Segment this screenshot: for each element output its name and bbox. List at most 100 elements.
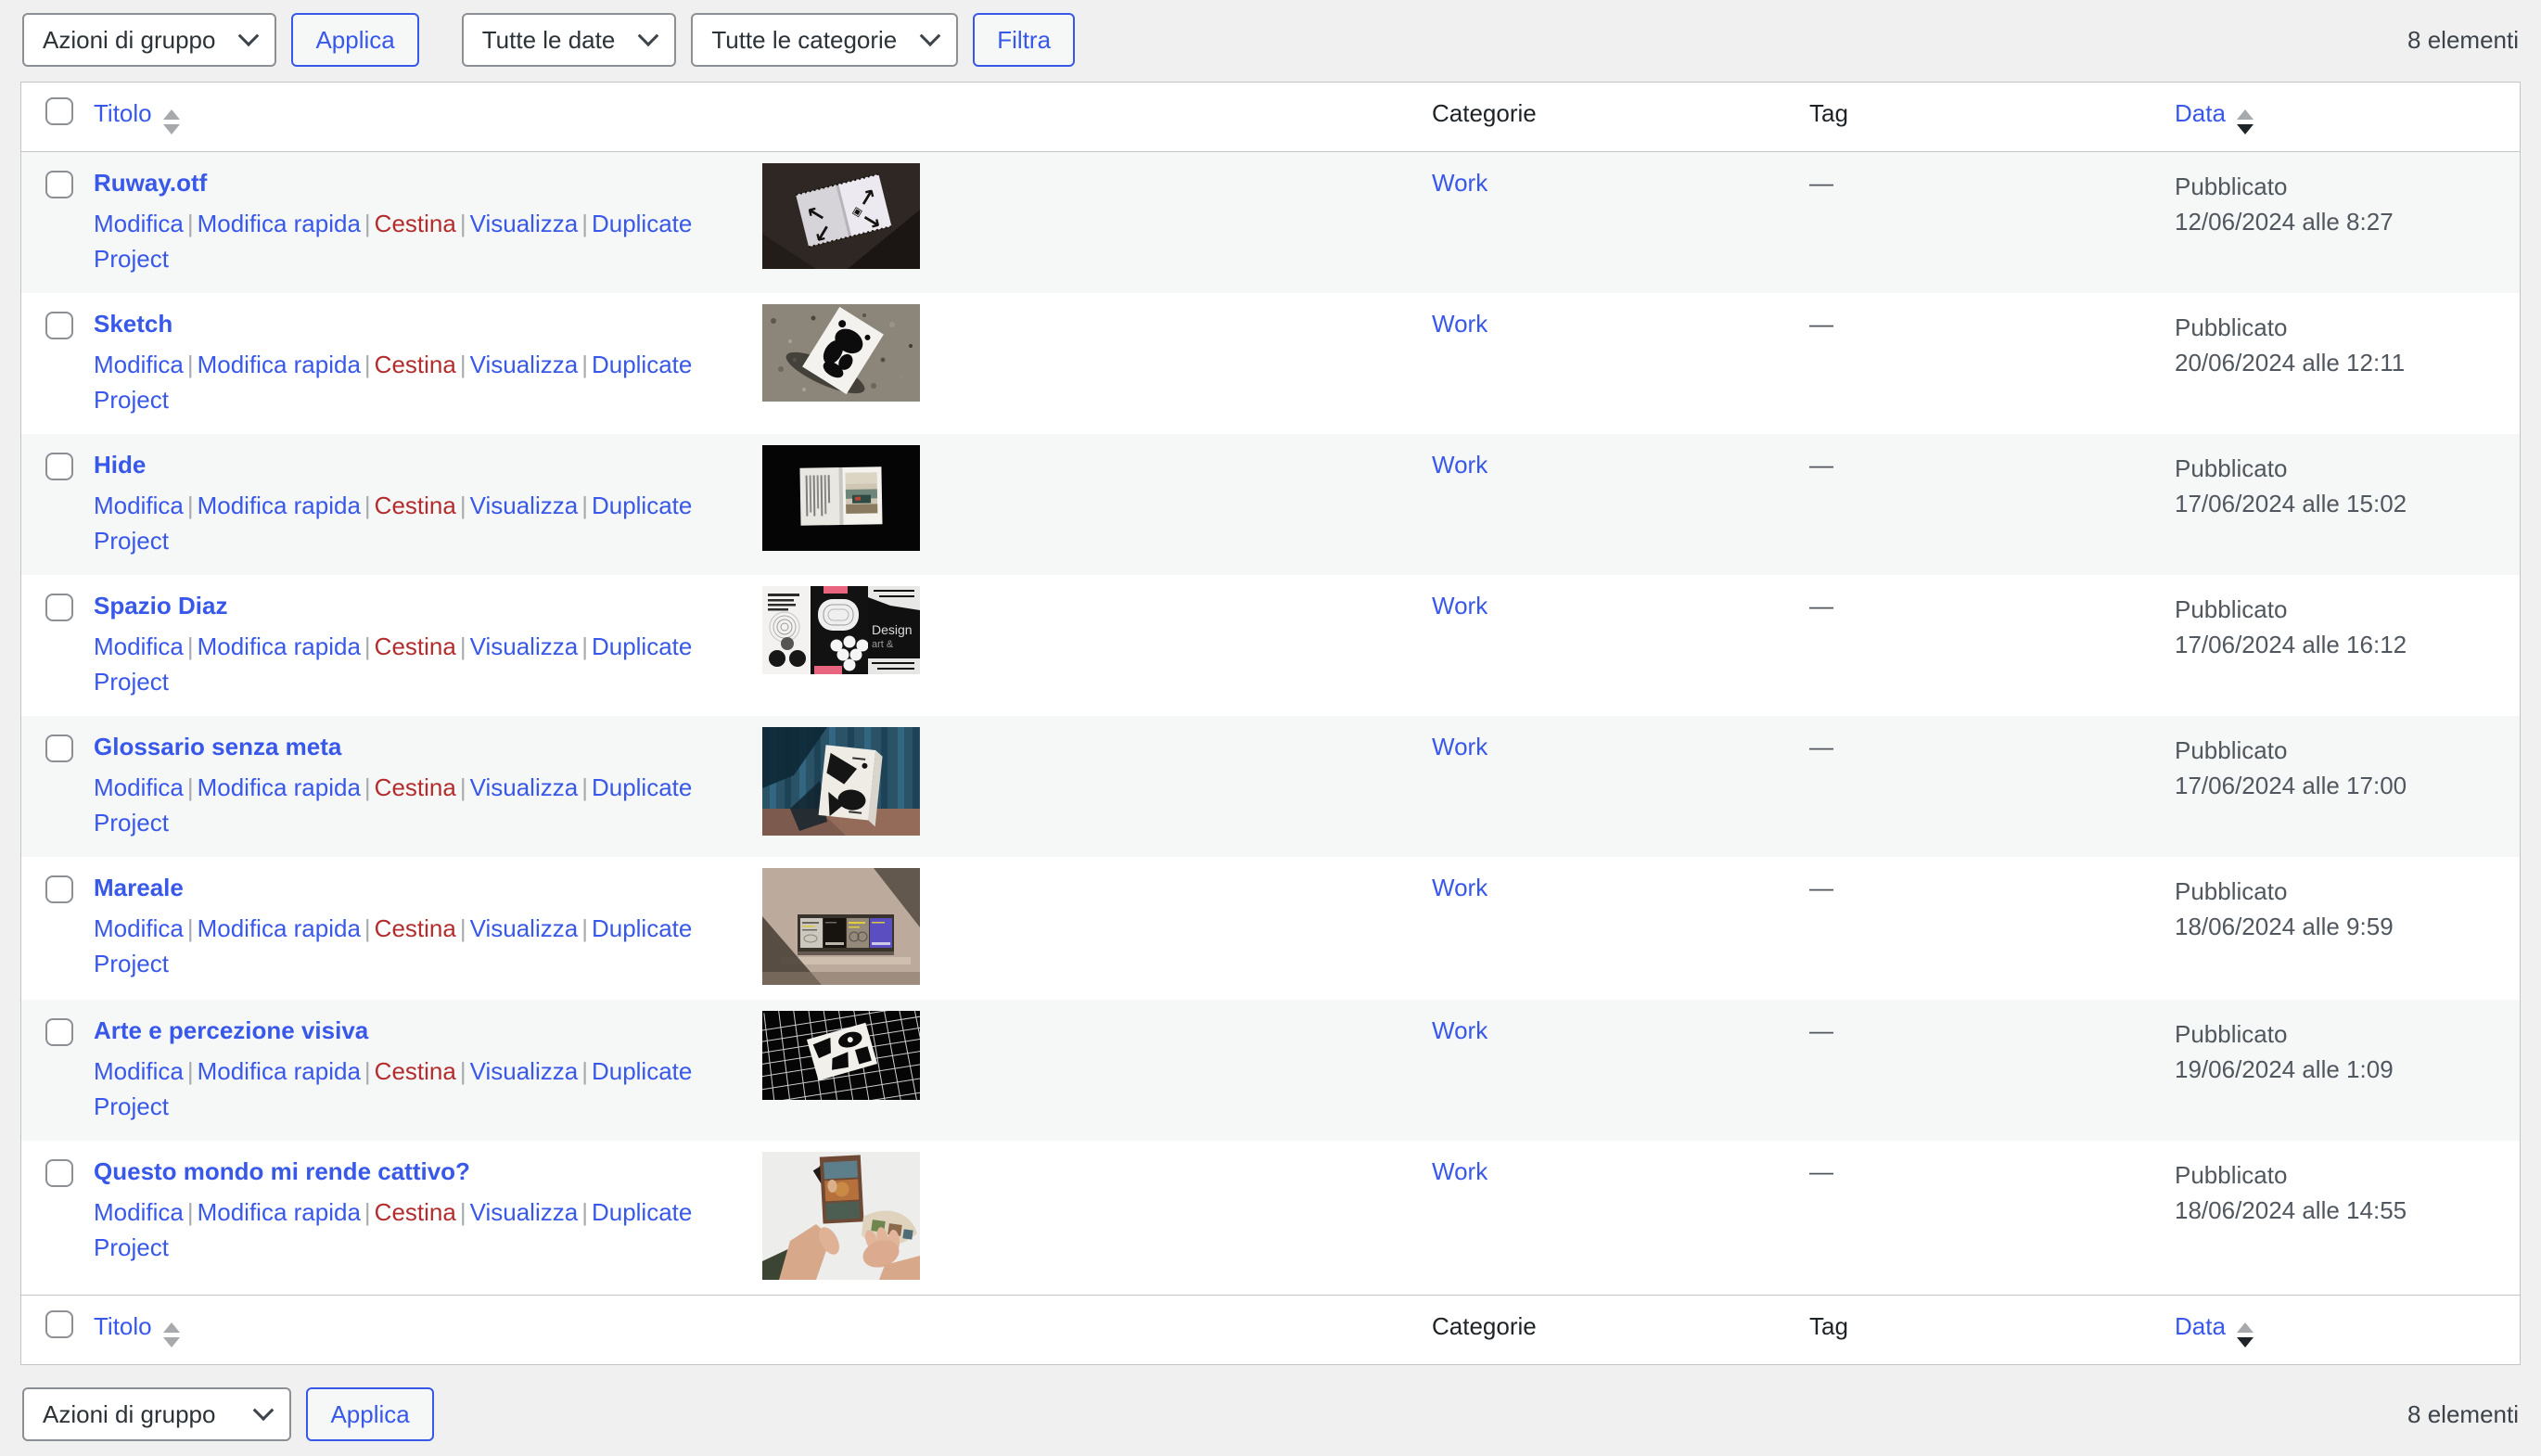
view-link[interactable]: Visualizza (470, 492, 579, 519)
trash-link[interactable]: Cestina (375, 210, 456, 237)
quick-edit-link[interactable]: Modifica rapida (198, 1057, 361, 1085)
action-separator: | (578, 632, 592, 660)
trash-link[interactable]: Cestina (375, 1057, 456, 1085)
action-separator: | (456, 210, 470, 237)
action-separator: | (578, 1057, 592, 1085)
quick-edit-link[interactable]: Modifica rapida (198, 632, 361, 660)
post-status: Pubblicato (2175, 1157, 2520, 1193)
bulk-actions-select[interactable]: Azioni di gruppo (22, 1387, 291, 1441)
row-checkbox[interactable] (45, 453, 73, 480)
select-all-checkbox[interactable] (45, 97, 73, 125)
action-separator: | (361, 1198, 375, 1226)
quick-edit-link[interactable]: Modifica rapida (198, 492, 361, 519)
sort-arrows-icon (163, 1322, 180, 1347)
apply-button[interactable]: Applica (291, 13, 418, 67)
trash-link[interactable]: Cestina (375, 492, 456, 519)
edit-link[interactable]: Modifica (94, 773, 184, 801)
apply-button-label: Applica (330, 1400, 409, 1429)
row-checkbox[interactable] (45, 1018, 73, 1046)
bulk-actions-select[interactable]: Azioni di gruppo (22, 13, 276, 67)
quick-edit-link[interactable]: Modifica rapida (198, 1198, 361, 1226)
trash-link[interactable]: Cestina (375, 351, 456, 378)
row-checkbox[interactable] (45, 875, 73, 903)
trash-link[interactable]: Cestina (375, 773, 456, 801)
action-separator: | (456, 1057, 470, 1085)
select-all-checkbox[interactable] (45, 1310, 73, 1338)
row-actions: Modifica|Modifica rapida|Cestina|Visuali… (94, 488, 744, 558)
quick-edit-link[interactable]: Modifica rapida (198, 914, 361, 942)
table-footer-header-row: Titolo Categorie Tag Data (21, 1295, 2520, 1364)
table-row: Hide Modifica|Modifica rapida|Cestina|Vi… (21, 434, 2520, 575)
edit-link[interactable]: Modifica (94, 492, 184, 519)
post-title-link[interactable]: Glossario senza meta (94, 731, 341, 762)
table-row: Mareale Modifica|Modifica rapida|Cestina… (21, 857, 2520, 1000)
table-row: Questo mondo mi rende cattivo? Modifica |… (21, 1141, 2520, 1295)
category-link[interactable]: Work (1432, 451, 1488, 479)
action-separator: | (578, 210, 592, 237)
category-link[interactable]: Work (1432, 310, 1488, 338)
edit-link[interactable]: Modifica (94, 1198, 184, 1226)
sort-asc-icon (2237, 1322, 2254, 1333)
action-separator: | (456, 632, 470, 660)
action-separator: | (456, 1198, 470, 1226)
view-link[interactable]: Visualizza (470, 773, 579, 801)
row-checkbox[interactable] (45, 312, 73, 339)
trash-link[interactable]: Cestina (375, 1198, 456, 1226)
category-link[interactable]: Work (1432, 1016, 1488, 1044)
edit-link[interactable]: Modifica (94, 914, 184, 942)
list-table-top-toolbar: Azioni di gruppo Applica Tutte le date T… (0, 0, 2541, 82)
view-link[interactable]: Visualizza (470, 1198, 579, 1226)
row-checkbox[interactable] (45, 734, 73, 762)
table-header-row: Titolo Categorie Tag Data (21, 83, 2520, 152)
post-title-link[interactable]: Questo mondo mi rende cattivo? (94, 1156, 470, 1187)
post-thumbnail-ruway: ↖↙◈↗↘ (762, 163, 1432, 269)
category-link[interactable]: Work (1432, 1157, 1488, 1185)
category-link[interactable]: Work (1432, 733, 1488, 760)
view-link[interactable]: Visualizza (470, 914, 579, 942)
post-date: 12/06/2024 alle 8:27 (2175, 204, 2520, 239)
action-separator: | (578, 351, 592, 378)
action-separator: | (456, 492, 470, 519)
post-title-link[interactable]: Spazio Diaz (94, 590, 227, 621)
categories-filter-select[interactable]: Tutte le categorie (691, 13, 958, 67)
edit-link[interactable]: Modifica (94, 632, 184, 660)
row-checkbox[interactable] (45, 171, 73, 198)
action-separator: | (184, 914, 198, 942)
apply-button[interactable]: Applica (306, 1387, 433, 1441)
view-link[interactable]: Visualizza (470, 351, 579, 378)
view-link[interactable]: Visualizza (470, 1057, 579, 1085)
action-separator: | (361, 914, 375, 942)
edit-link[interactable]: Modifica (94, 1057, 184, 1085)
no-tags-dash: — (1809, 310, 1833, 338)
quick-edit-link[interactable]: Modifica rapida (198, 773, 361, 801)
sort-by-title-link[interactable]: Titolo (94, 99, 152, 127)
post-title-link[interactable]: Hide (94, 449, 146, 480)
category-link[interactable]: Work (1432, 592, 1488, 619)
dates-filter-select[interactable]: Tutte le date (462, 13, 677, 67)
filter-button[interactable]: Filtra (973, 13, 1075, 67)
quick-edit-link[interactable]: Modifica rapida (198, 210, 361, 237)
edit-link[interactable]: Modifica (94, 351, 184, 378)
sort-desc-icon (163, 1337, 180, 1347)
row-checkbox[interactable] (45, 594, 73, 621)
category-link[interactable]: Work (1432, 874, 1488, 901)
post-title-link[interactable]: Ruway.otf (94, 167, 207, 198)
dates-filter-selected-value: Tutte le date (482, 26, 616, 55)
quick-edit-link[interactable]: Modifica rapida (198, 351, 361, 378)
trash-link[interactable]: Cestina (375, 914, 456, 942)
row-actions: Modifica|Modifica rapida|Cestina|Visuali… (94, 206, 744, 276)
edit-link[interactable]: Modifica (94, 210, 184, 237)
post-thumbnail-hide (762, 445, 1432, 551)
category-link[interactable]: Work (1432, 169, 1488, 197)
sort-by-date-link[interactable]: Data (2175, 1312, 2226, 1340)
view-link[interactable]: Visualizza (470, 632, 579, 660)
post-title-link[interactable]: Mareale (94, 872, 184, 903)
sort-by-title-link[interactable]: Titolo (94, 1312, 152, 1340)
row-checkbox[interactable] (45, 1159, 73, 1187)
trash-link[interactable]: Cestina (375, 632, 456, 660)
post-title-link[interactable]: Sketch (94, 308, 172, 339)
post-title-link[interactable]: Arte e percezione visiva (94, 1015, 368, 1046)
sort-by-date-link[interactable]: Data (2175, 99, 2226, 127)
posts-list-table: Titolo Categorie Tag Data Ruway.otf Modi… (20, 82, 2521, 1365)
view-link[interactable]: Visualizza (470, 210, 579, 237)
